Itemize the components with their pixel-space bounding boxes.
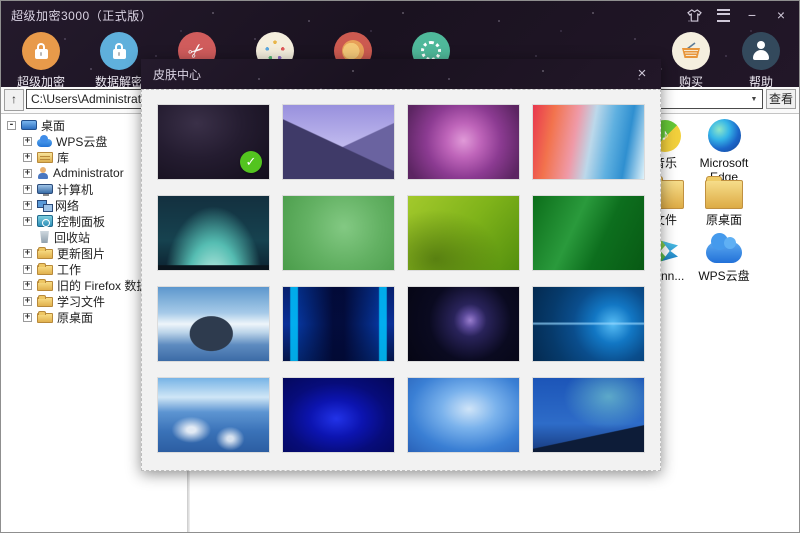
edge-logo-icon	[708, 119, 741, 152]
view-button[interactable]: 查看	[766, 89, 796, 109]
toolbar-super-encrypt[interactable]: 超级加密	[2, 32, 80, 90]
desktop-icon	[21, 120, 37, 130]
skin-thumbnail-purple-nebula[interactable]	[407, 104, 520, 180]
up-directory-button[interactable]: ↑	[4, 89, 24, 111]
control-panel-icon	[37, 215, 53, 227]
collapse-toggle[interactable]: -	[7, 121, 16, 130]
skin-dialog-title: 皮肤中心	[153, 66, 201, 83]
expand-toggle[interactable]: +	[23, 153, 32, 162]
expand-toggle[interactable]: +	[23, 185, 32, 194]
folder-icon	[37, 313, 53, 323]
skin-dialog-close-button[interactable]: ×	[633, 65, 651, 83]
skin-thumbnail-deep-blue-abstract[interactable]	[282, 377, 395, 453]
expand-toggle[interactable]: +	[23, 169, 32, 178]
skin-thumbnail-blue-tech[interactable]	[282, 286, 395, 362]
basket-icon	[672, 32, 710, 70]
expand-toggle[interactable]: +	[23, 265, 32, 274]
folder-icon	[705, 180, 743, 209]
dropdown-arrow-icon[interactable]: ▼	[746, 96, 762, 103]
toolbar-help[interactable]: 帮助	[722, 32, 800, 90]
skin-thumbnail-night-aurora[interactable]	[532, 377, 645, 453]
recycle-bin-icon	[39, 231, 50, 243]
skin-grid: ✓	[141, 89, 661, 471]
person-icon	[742, 32, 780, 70]
close-button[interactable]: ×	[773, 7, 789, 23]
skin-button[interactable]	[686, 7, 702, 23]
window-controls: − ×	[686, 1, 789, 29]
skin-center-dialog: 皮肤中心 × ✓	[141, 59, 661, 471]
user-icon	[37, 167, 49, 179]
desktop-icon-wps-cloud[interactable]: WPS云盘	[689, 229, 759, 283]
skin-thumbnail-windows-10[interactable]	[532, 286, 645, 362]
lock-icon	[22, 32, 60, 70]
app-window: 超级加密3000（正式版） − × 超级加密 数据解密 ✂	[0, 0, 800, 533]
skin-thumbnail-green-grass[interactable]	[532, 195, 645, 271]
expand-toggle[interactable]: +	[23, 313, 32, 322]
expand-toggle[interactable]: +	[23, 281, 32, 290]
skin-thumbnail-teal-aurora[interactable]	[157, 195, 270, 271]
skin-thumbnail-space-planet[interactable]	[407, 286, 520, 362]
expand-toggle[interactable]: +	[23, 137, 32, 146]
desktop-icon-original-desktop[interactable]: 原桌面	[689, 173, 759, 227]
skin-thumbnail-starry-night[interactable]: ✓	[157, 104, 270, 180]
shirt-icon	[687, 9, 702, 22]
expand-toggle[interactable]: +	[23, 201, 32, 210]
skin-thumbnail-blue-abstract[interactable]	[407, 377, 520, 453]
skin-thumbnail-sea-rock[interactable]	[157, 286, 270, 362]
titlebar: 超级加密3000（正式版） − ×	[1, 1, 799, 29]
expand-toggle[interactable]: +	[23, 297, 32, 306]
skin-thumbnail-snow-mountain[interactable]	[282, 104, 395, 180]
library-icon	[37, 152, 53, 163]
skin-thumbnail-green-branch[interactable]	[407, 195, 520, 271]
minimize-button[interactable]: −	[744, 7, 760, 23]
network-icon	[37, 199, 51, 211]
selected-check-icon: ✓	[240, 151, 262, 173]
skin-thumbnail-green-gradient[interactable]	[282, 195, 395, 271]
cloud-icon	[37, 139, 52, 147]
skin-thumbnail-aerial-peaks[interactable]	[157, 377, 270, 453]
unlock-icon	[100, 32, 138, 70]
menu-button[interactable]	[715, 7, 731, 23]
folder-icon	[37, 249, 53, 259]
skin-thumbnail-color-polygons[interactable]	[532, 104, 645, 180]
folder-icon	[37, 265, 53, 275]
folder-icon	[37, 297, 53, 307]
window-title: 超级加密3000（正式版）	[11, 7, 152, 24]
expand-toggle[interactable]: +	[23, 217, 32, 226]
skin-dialog-header: 皮肤中心 ×	[141, 59, 661, 89]
menu-icon	[717, 9, 730, 22]
computer-icon	[37, 184, 53, 194]
cloud-icon	[706, 242, 742, 263]
folder-icon	[37, 281, 53, 291]
expand-toggle[interactable]: +	[23, 249, 32, 258]
toolbar-buy[interactable]: 购买	[652, 32, 730, 90]
